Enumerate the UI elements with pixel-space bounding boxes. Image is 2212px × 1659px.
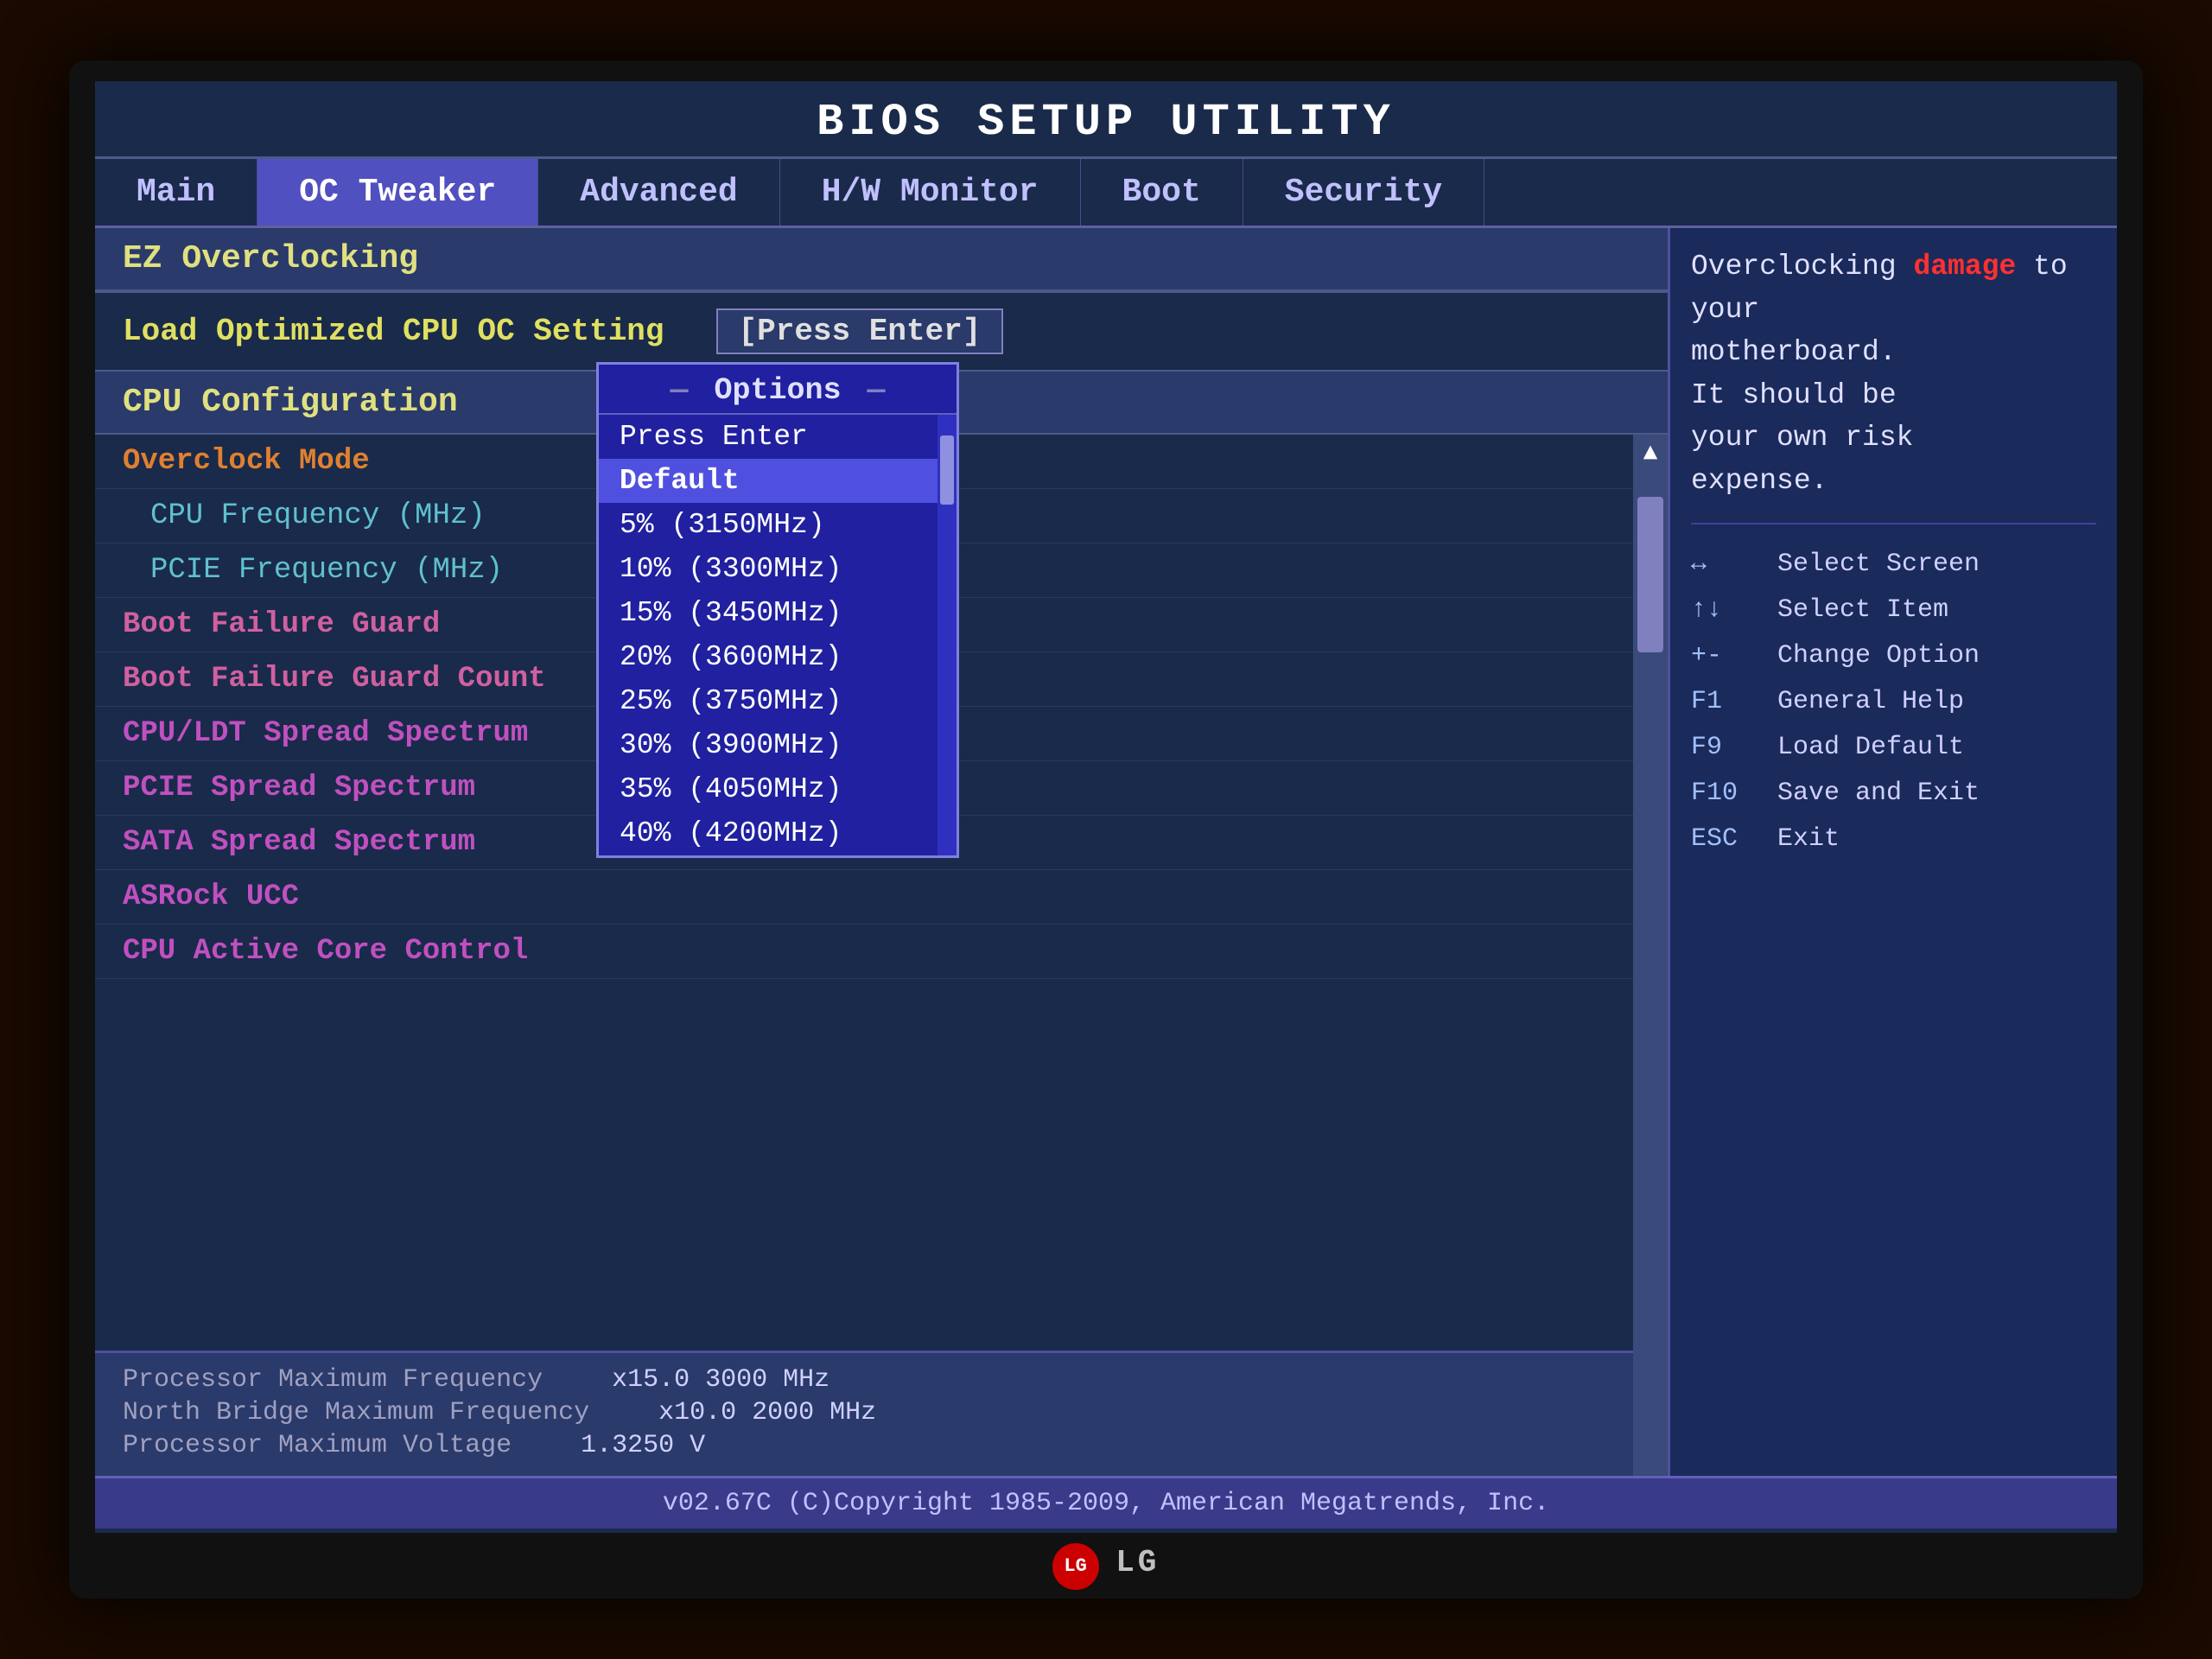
key-row-2: +- Change Option [1691, 637, 2096, 676]
bottom-info-row-2: Processor Maximum Voltage 1.3250 V [123, 1431, 1605, 1460]
popup-scrollbar[interactable] [938, 415, 957, 855]
load-optimized-label: Load Optimized CPU OC Setting [123, 314, 664, 349]
key-row-0: ↔ Select Screen [1691, 545, 2096, 584]
options-item-30pct[interactable]: 30% (3900MHz) [599, 723, 938, 767]
nav-hw-monitor[interactable]: H/W Monitor [780, 159, 1081, 226]
options-item-40pct[interactable]: 40% (4200MHz) [599, 811, 938, 855]
load-optimized-row[interactable]: Load Optimized CPU OC Setting [Press Ent… [95, 291, 1668, 372]
key-row-3: F1 General Help [1691, 683, 2096, 721]
bottom-info-row-1: North Bridge Maximum Frequency x10.0 200… [123, 1398, 1605, 1427]
menu-item-cpu-active-core[interactable]: CPU Active Core Control [95, 925, 1633, 979]
help-text: Overclocking damage to your motherboard.… [1691, 245, 2096, 502]
main-scrollbar[interactable]: ▲ ▼ [1633, 435, 1668, 1476]
options-item-20pct[interactable]: 20% (3600MHz) [599, 635, 938, 679]
key-row-6: ESC Exit [1691, 820, 2096, 859]
scrollbar-thumb[interactable] [1637, 497, 1663, 652]
monitor-bottom: LG LG [1052, 1543, 1160, 1590]
nav-bar: Main OC Tweaker Advanced H/W Monitor Boo… [95, 159, 2117, 228]
bottom-info: Processor Maximum Frequency x15.0 3000 M… [95, 1351, 1633, 1476]
nav-security[interactable]: Security [1243, 159, 1484, 226]
lg-icon: LG [1052, 1543, 1099, 1590]
right-panel-divider [1691, 523, 2096, 524]
footer-bar: v02.67C (C)Copyright 1985-2009, American… [95, 1476, 2117, 1529]
bios-title: BIOS SETUP UTILITY [95, 81, 2117, 159]
options-item-press-enter[interactable]: Press Enter [599, 415, 938, 459]
lg-logo: LG LG [1052, 1543, 1160, 1590]
options-item-35pct[interactable]: 35% (4050MHz) [599, 767, 938, 811]
load-optimized-value: [Press Enter] [716, 308, 1004, 354]
options-popup: — Options — Press Enter Default [596, 362, 959, 858]
bottom-info-row-0: Processor Maximum Frequency x15.0 3000 M… [123, 1365, 1605, 1395]
options-popup-title: — Options — [599, 365, 957, 415]
nav-boot[interactable]: Boot [1081, 159, 1243, 226]
menu-item-asrock-ucc[interactable]: ASRock UCC [95, 870, 1633, 925]
options-item-10pct[interactable]: 10% (3300MHz) [599, 547, 938, 591]
key-row-5: F10 Save and Exit [1691, 774, 2096, 813]
options-item-default[interactable]: Default [599, 459, 938, 503]
options-item-15pct[interactable]: 15% (3450MHz) [599, 591, 938, 635]
right-panel: Overclocking damage to your motherboard.… [1668, 228, 2117, 1476]
options-item-5pct[interactable]: 5% (3150MHz) [599, 503, 938, 547]
scroll-up-arrow[interactable]: ▲ [1643, 438, 1658, 471]
popup-scrollbar-thumb[interactable] [940, 435, 954, 505]
section-ez-overclocking: EZ Overclocking [95, 228, 1668, 291]
nav-oc-tweaker[interactable]: OC Tweaker [257, 159, 538, 226]
key-row-1: ↑↓ Select Item [1691, 591, 2096, 630]
options-item-25pct[interactable]: 25% (3750MHz) [599, 679, 938, 723]
nav-advanced[interactable]: Advanced [538, 159, 779, 226]
key-help: ↔ Select Screen ↑↓ Select Item +- Change… [1691, 545, 2096, 859]
nav-main[interactable]: Main [95, 159, 257, 226]
key-row-4: F9 Load Default [1691, 728, 2096, 767]
menu-panel: EZ Overclocking Load Optimized CPU OC Se… [95, 228, 1668, 1476]
